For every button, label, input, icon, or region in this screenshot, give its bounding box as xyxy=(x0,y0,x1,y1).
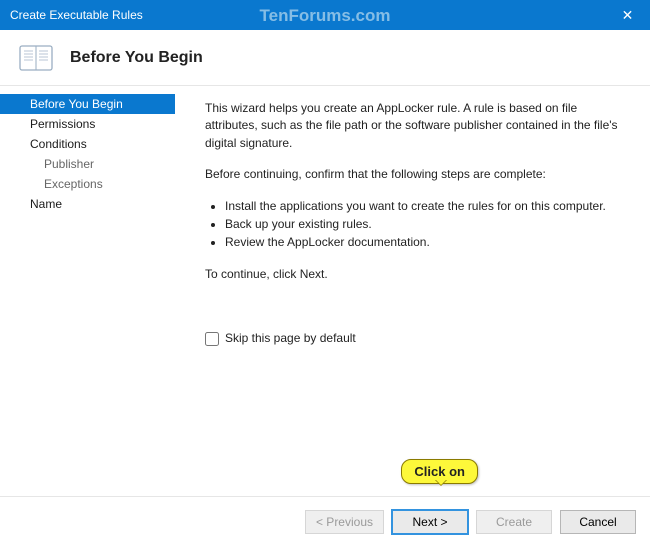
nav-name[interactable]: Name xyxy=(0,194,175,214)
page-title: Before You Begin xyxy=(70,49,203,67)
wizard-content: This wizard helps you create an AppLocke… xyxy=(175,86,650,496)
close-button[interactable]: ✕ xyxy=(605,0,650,30)
skip-page-label: Skip this page by default xyxy=(225,330,356,347)
list-item: Review the AppLocker documentation. xyxy=(225,234,628,251)
list-item: Install the applications you want to cre… xyxy=(225,198,628,215)
titlebar: Create Executable Rules ✕ TenForums.com xyxy=(0,0,650,30)
close-icon: ✕ xyxy=(622,7,634,24)
create-button: Create xyxy=(476,510,552,534)
nav-before-you-begin[interactable]: Before You Begin xyxy=(0,94,175,114)
next-button[interactable]: Next > xyxy=(392,510,468,534)
nav-permissions[interactable]: Permissions xyxy=(0,114,175,134)
skip-page-row: Skip this page by default xyxy=(205,330,356,347)
wizard-header: Before You Begin xyxy=(0,30,650,86)
skip-page-checkbox[interactable] xyxy=(205,332,219,346)
wizard-nav: Before You Begin Permissions Conditions … xyxy=(0,86,175,496)
continue-text: To continue, click Next. xyxy=(205,266,628,283)
rulebook-icon xyxy=(16,40,56,76)
prereq-list: Install the applications you want to cre… xyxy=(205,198,628,252)
cancel-button[interactable]: Cancel xyxy=(560,510,636,534)
wizard-footer: Click on < Previous Next > Create Cancel xyxy=(0,496,650,546)
wizard-body: Before You Begin Permissions Conditions … xyxy=(0,86,650,496)
window-title: Create Executable Rules xyxy=(10,8,143,22)
before-continuing-text: Before continuing, confirm that the foll… xyxy=(205,166,628,183)
nav-exceptions[interactable]: Exceptions xyxy=(0,174,175,194)
nav-conditions[interactable]: Conditions xyxy=(0,134,175,154)
previous-button: < Previous xyxy=(305,510,384,534)
intro-text: This wizard helps you create an AppLocke… xyxy=(205,100,628,152)
nav-publisher[interactable]: Publisher xyxy=(0,154,175,174)
callout-tooltip: Click on xyxy=(401,459,478,484)
list-item: Back up your existing rules. xyxy=(225,216,628,233)
